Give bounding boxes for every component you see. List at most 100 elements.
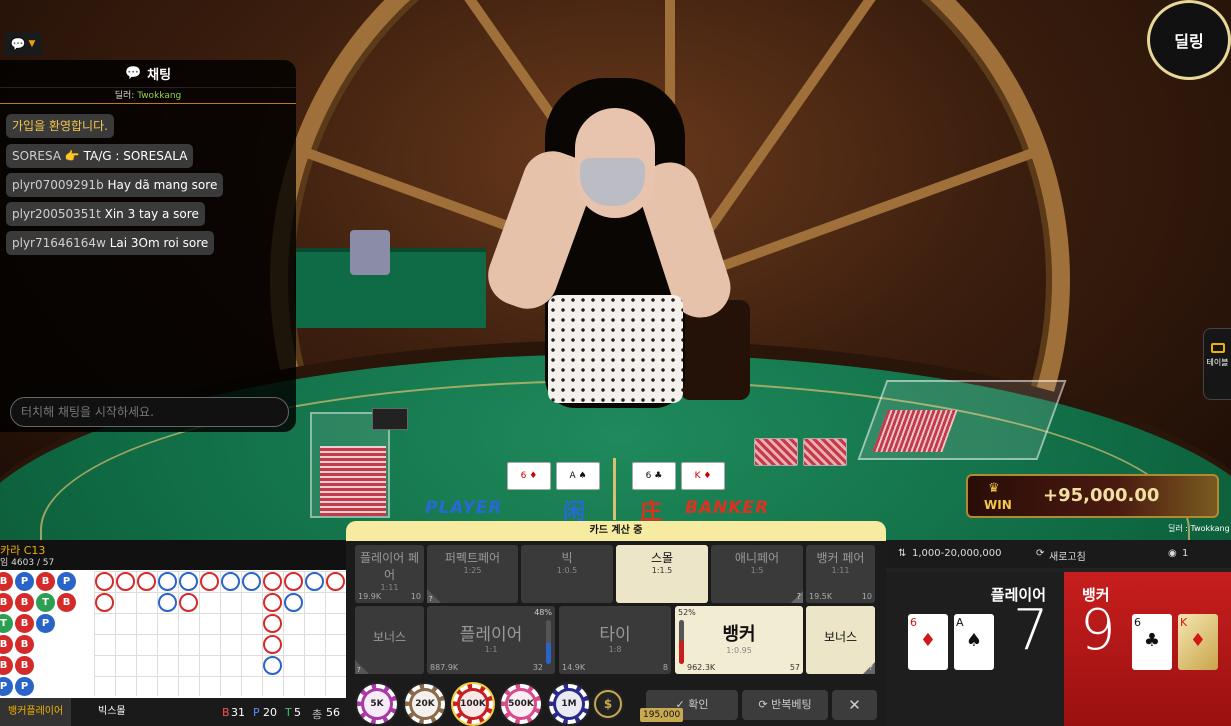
bet-player-bonus[interactable]: 보너스 ? xyxy=(355,606,424,674)
bet-name: 애니페어 xyxy=(734,551,780,565)
bet-player[interactable]: 플레이어 1:1 48% 887.9K 32 xyxy=(427,606,555,674)
chat-title-text: 채팅 xyxy=(147,68,172,83)
card-box xyxy=(350,230,390,275)
bet-banker-bonus[interactable]: 보너스 ? xyxy=(806,606,875,674)
table-card: A ♠ xyxy=(556,462,600,490)
bet-players: 8 xyxy=(662,663,668,672)
felt-player-label: PLAYER xyxy=(425,498,503,518)
question-icon[interactable]: ? xyxy=(797,592,801,601)
chat-message: plyr20050351t Xin 3 tay a sore xyxy=(6,202,205,226)
chat-input[interactable]: 터치해 채팅을 시작하세요. xyxy=(10,397,289,427)
table-card-back xyxy=(803,438,847,466)
viewers-icon: ◉ xyxy=(1168,548,1177,559)
banker-ratio-fill xyxy=(679,641,684,664)
table-card: 6 ♦ xyxy=(507,462,551,490)
refresh-icon[interactable]: ⟳ xyxy=(1036,548,1044,559)
bet-any-pair[interactable]: 애니페어 1:5 ? xyxy=(711,545,803,603)
chip-500k[interactable]: 500K xyxy=(501,684,541,724)
stat-player-label: P xyxy=(253,706,260,719)
chip-20k[interactable]: 20K xyxy=(405,684,445,724)
chat-message-text: Hay dã mang sore xyxy=(107,178,218,192)
repeat-label: 반복베팅 xyxy=(771,698,812,711)
big-road-grid xyxy=(94,571,346,696)
bet-name: 뱅커 xyxy=(722,624,756,645)
big-road-mark xyxy=(263,614,282,633)
bead-B: B xyxy=(15,656,34,675)
big-road-mark xyxy=(242,572,261,591)
bet-odds: 1:11 xyxy=(831,566,850,575)
felt-divider xyxy=(613,458,616,520)
chip-100k[interactable]: 100K xyxy=(453,684,493,724)
big-road-mark xyxy=(137,572,156,591)
bet-banker[interactable]: 뱅커 1:0.95 52% 962.3K 57 xyxy=(675,606,803,674)
table-card: K ♦ xyxy=(681,462,725,490)
dealer-note: 딜러 : Twokkang xyxy=(1168,524,1230,533)
bead-B: B xyxy=(36,572,55,591)
big-road-mark xyxy=(158,593,177,612)
player-card: A ♠ xyxy=(954,614,994,670)
big-road-mark xyxy=(326,572,345,591)
big-road-mark xyxy=(221,572,240,591)
bet-tie[interactable]: 타이 1:8 14.9K 8 xyxy=(559,606,671,674)
bet-players: 10 xyxy=(410,592,421,601)
bet-name: 플레이어 페어 xyxy=(359,551,419,582)
chat-dealer-name: Twokkang xyxy=(137,91,182,101)
balance: 195,000 xyxy=(640,708,684,722)
bet-perfect-pair[interactable]: 퍼펙트페어 1:25 ? xyxy=(427,545,518,603)
bet-name: 보너스 xyxy=(823,630,858,644)
chip-1m[interactable]: 1M xyxy=(549,684,589,724)
bet-odds: 1:1.5 xyxy=(651,566,673,575)
card-reader xyxy=(372,408,408,430)
stat-total: 56 xyxy=(326,706,340,719)
bet-odds: 1:0.95 xyxy=(726,646,752,655)
bet-players: 10 xyxy=(861,592,872,601)
chat-message: plyr07009291b Hay dã mang sore xyxy=(6,173,224,197)
bet-player-pair[interactable]: 플레이어 페어 1:11 19.9K 10 xyxy=(355,545,424,603)
bet-name: 보너스 xyxy=(372,630,407,644)
banker-score: 9 xyxy=(1080,598,1116,663)
bet-banker-pair[interactable]: 뱅커 페어 1:11 19.5K 10 xyxy=(806,545,875,603)
stat-tie-label: T xyxy=(285,706,292,719)
big-road-mark xyxy=(158,572,177,591)
chat-toggle-button[interactable]: 💬 ▼ xyxy=(4,32,42,56)
question-icon[interactable]: ? xyxy=(869,663,873,672)
spade-icon: ♠ xyxy=(965,630,983,651)
stat-total-label: 총 xyxy=(312,708,323,721)
player-result: 플레이어 6 ♦ A ♠ 7 xyxy=(886,572,1064,726)
win-label: WIN xyxy=(984,498,1012,512)
bead-P: P xyxy=(15,677,34,696)
bet-players: 32 xyxy=(532,663,543,672)
caret-down-icon: ▼ xyxy=(28,39,36,49)
tab-banker-player[interactable]: 뱅커플레이어 xyxy=(0,698,72,726)
big-road-mark xyxy=(116,572,135,591)
big-road-mark xyxy=(179,593,198,612)
big-road-mark xyxy=(284,572,303,591)
repeat-bet-button[interactable]: ⟳ 반복베팅 xyxy=(742,690,828,720)
diamond-icon: ♦ xyxy=(919,630,937,651)
chat-message-text: Xin 3 tay a sore xyxy=(104,207,199,221)
bet-percent: 52% xyxy=(678,608,696,617)
question-icon[interactable]: ? xyxy=(429,595,433,603)
chat-message-text: 가입을 환영합니다. xyxy=(12,119,108,133)
deal-button[interactable]: 딜링 xyxy=(1147,0,1231,80)
table-side-tab[interactable]: 테이블 xyxy=(1203,328,1231,400)
stat-banker: 31 xyxy=(231,706,245,719)
chip-5k[interactable]: 5K xyxy=(357,684,397,724)
chip-settings-icon[interactable]: $ xyxy=(594,690,622,718)
chat-bubble-icon: 💬 xyxy=(10,37,26,51)
club-icon: ♣ xyxy=(1143,630,1161,651)
bet-big[interactable]: 빅 1:0.5 xyxy=(521,545,613,603)
close-button[interactable]: ✕ xyxy=(832,690,877,720)
bet-name: 빅 xyxy=(561,551,573,565)
table-icon xyxy=(1210,343,1225,353)
chat-panel: 💬 채팅 딜러: Twokkang 가입을 환영합니다. SORESA 👉 TA… xyxy=(0,60,296,432)
refresh-button[interactable]: 새로고침 xyxy=(1049,548,1086,563)
player-ratio-fill xyxy=(546,642,551,664)
big-road-mark xyxy=(263,593,282,612)
question-icon[interactable]: ? xyxy=(357,666,361,674)
chat-message: 가입을 환영합니다. xyxy=(6,114,114,138)
road-header: 카라 C13 임 4603 / 57 xyxy=(0,540,346,570)
tab-big-small[interactable]: 빅스몰 xyxy=(90,698,134,726)
big-road-mark xyxy=(263,656,282,675)
bet-small[interactable]: 스몰 1:1.5 xyxy=(616,545,708,603)
